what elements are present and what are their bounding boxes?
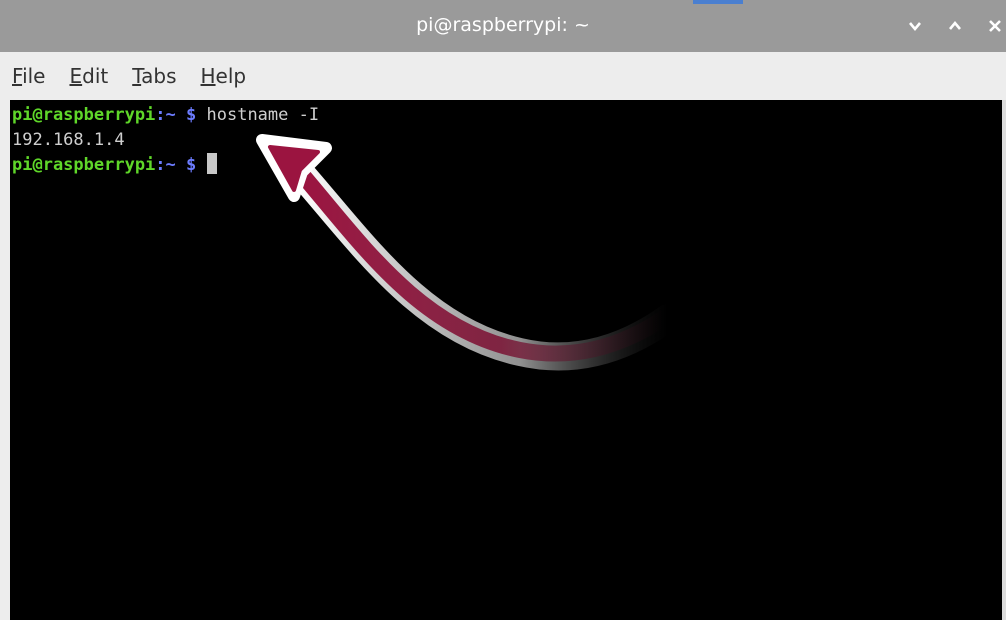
window-title: pi@raspberrypi: ~	[416, 14, 590, 36]
prompt-path: :~	[155, 105, 176, 125]
command-output: 192.168.1.4	[12, 130, 125, 150]
menu-help-label: elp	[215, 64, 247, 88]
prompt-dollar: $	[175, 105, 197, 125]
menu-file[interactable]: File	[12, 64, 45, 88]
minimize-button[interactable]	[904, 15, 926, 37]
window-controls	[904, 14, 1006, 38]
prompt-user-host: pi@raspberrypi	[12, 155, 156, 175]
window-edge	[1002, 100, 1006, 620]
terminal-window: pi@raspberrypi: ~ File Edit Tabs Help pi…	[0, 0, 1006, 620]
terminal-line-output: 192.168.1.4	[12, 128, 125, 152]
title-bar[interactable]: pi@raspberrypi: ~	[0, 0, 1006, 52]
terminal-area[interactable]: pi@raspberrypi:~ $ hostname -I 192.168.1…	[10, 100, 1002, 620]
chevron-up-icon	[949, 20, 961, 30]
terminal-line-prompt: pi@raspberrypi:~ $	[12, 153, 217, 177]
menu-edit-label: dit	[82, 64, 109, 88]
close-icon	[989, 20, 1001, 32]
command-text: hostname -I	[196, 105, 320, 125]
prompt-dollar: $	[175, 155, 197, 175]
menu-help[interactable]: Help	[201, 64, 247, 88]
menu-edit[interactable]: Edit	[69, 64, 108, 88]
close-button[interactable]	[984, 15, 1006, 37]
chevron-down-icon	[909, 22, 921, 32]
title-bar-accent	[693, 0, 743, 4]
menu-bar: File Edit Tabs Help	[0, 52, 1006, 100]
menu-file-label: ile	[22, 64, 46, 88]
command-text	[196, 155, 206, 175]
prompt-user-host: pi@raspberrypi	[12, 105, 156, 125]
text-cursor	[206, 153, 217, 174]
menu-tabs[interactable]: Tabs	[132, 64, 176, 88]
maximize-button[interactable]	[944, 15, 966, 37]
menu-edit-mnemonic: E	[69, 64, 83, 88]
terminal-line-command: pi@raspberrypi:~ $ hostname -I	[12, 103, 319, 127]
menu-help-mnemonic: H	[200, 64, 216, 88]
menu-tabs-mnemonic: T	[132, 64, 142, 88]
prompt-path: :~	[155, 155, 176, 175]
menu-tabs-label: abs	[141, 64, 177, 88]
menu-file-mnemonic: F	[12, 64, 23, 88]
